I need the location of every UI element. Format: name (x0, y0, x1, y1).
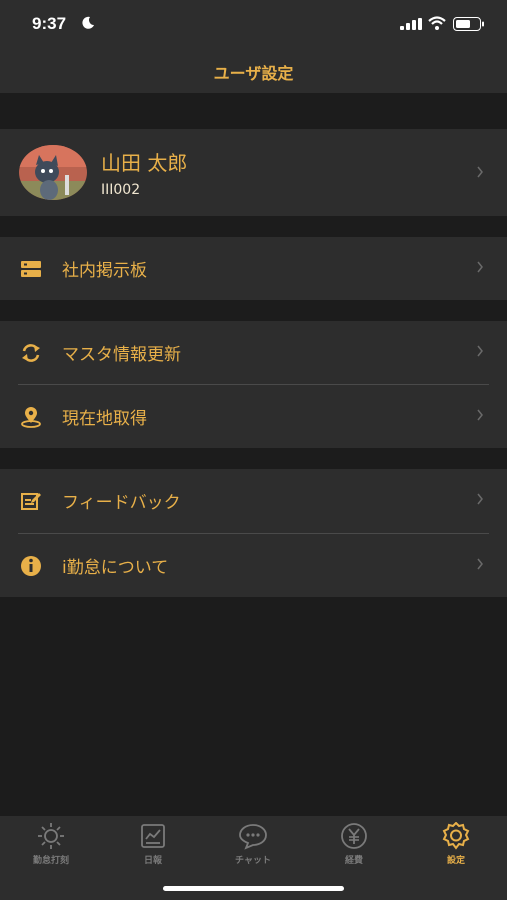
about-row[interactable]: i勤怠について (0, 534, 507, 597)
location-label: 現在地取得 (62, 409, 147, 429)
master-update-label: マスタ情報更新 (62, 345, 181, 365)
bulletin-board-row[interactable]: 社内掲示板 (0, 237, 507, 300)
bulletin-board-icon (21, 261, 41, 277)
edit-icon (21, 493, 41, 510)
status-time: 9:37 (32, 14, 67, 33)
tab-label: 勤怠打刻 (32, 856, 69, 866)
bulletin-section: 社内掲示板 (0, 237, 507, 300)
chevron-right-icon (477, 409, 483, 421)
yen-icon (341, 823, 367, 849)
info-icon (21, 556, 41, 576)
bulletin-board-label: 社内掲示板 (62, 261, 147, 281)
chevron-right-icon (477, 493, 483, 505)
chevron-right-icon (477, 261, 483, 273)
navigation-bar: ユーザ設定 (0, 50, 507, 93)
chevron-right-icon (477, 558, 483, 570)
sun-icon (38, 823, 64, 849)
battery-icon (453, 17, 484, 31)
feedback-row[interactable]: フィードバック (0, 469, 507, 532)
tab-label: 経費 (344, 856, 363, 866)
profile-name: 山田 太郎 (101, 151, 188, 175)
master-update-row[interactable]: マスタ情報更新 (0, 321, 507, 384)
tab-attendance[interactable]: 勤怠打刻 (1, 822, 101, 866)
tab-chat[interactable]: チャット (203, 822, 303, 866)
profile-row[interactable]: 山田 太郎 III002 (0, 129, 507, 216)
chart-icon (141, 824, 165, 848)
moon-icon (82, 16, 94, 29)
feedback-label: フィードバック (62, 493, 181, 513)
profile-id: III002 (101, 182, 141, 198)
wifi-icon (428, 16, 446, 30)
gear-icon (442, 822, 470, 850)
tab-settings[interactable]: 設定 (406, 822, 506, 866)
tab-daily-report[interactable]: 日報 (103, 822, 203, 866)
support-section: フィードバック i勤怠について (0, 469, 507, 597)
data-section: マスタ情報更新 現在地取得 (0, 321, 507, 448)
page-title: ユーザ設定 (213, 64, 294, 83)
location-pin-icon (21, 407, 41, 428)
tab-label: チャット (235, 856, 271, 866)
chevron-right-icon (477, 345, 483, 357)
tab-label: 日報 (143, 856, 162, 866)
chevron-right-icon (477, 166, 483, 178)
cellular-signal-icon (400, 18, 422, 30)
refresh-icon (22, 344, 40, 362)
chat-icon (239, 824, 267, 850)
tab-label: 設定 (446, 856, 465, 866)
status-bar: 9:37 (0, 0, 507, 50)
about-label: i勤怠について (62, 558, 169, 578)
tab-expenses[interactable]: 経費 (304, 822, 404, 866)
location-row[interactable]: 現在地取得 (0, 385, 507, 448)
home-indicator[interactable] (163, 886, 344, 891)
avatar (19, 145, 87, 200)
